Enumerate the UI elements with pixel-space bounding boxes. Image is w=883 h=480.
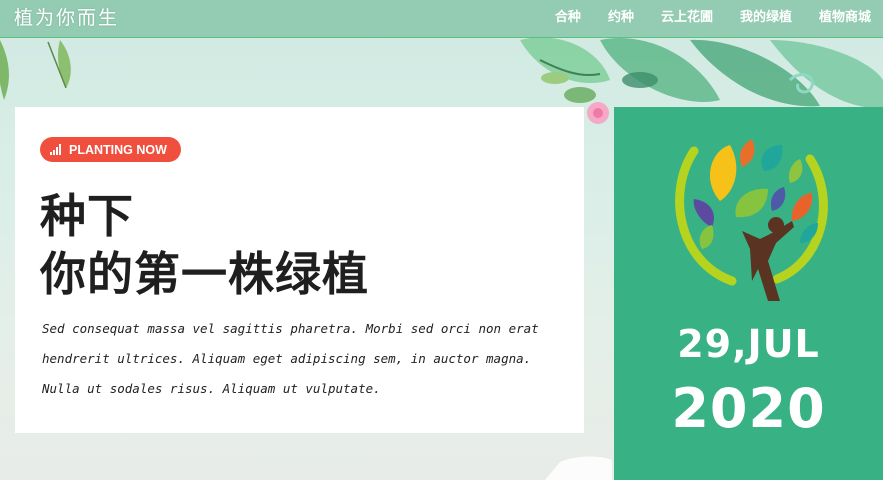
nav-item-my-plants[interactable]: 我的绿植 <box>740 6 792 25</box>
date-day-month: 29,JUL <box>677 322 820 366</box>
brand-logo-text[interactable]: 植为你而生 <box>14 3 119 30</box>
hero-card: PLANTING NOW 种下 你的第一株绿植 Sed consequat ma… <box>15 107 584 433</box>
nav-item-plant-store[interactable]: 植物商城 <box>819 6 871 25</box>
hero-headline: 种下 你的第一株绿植 <box>40 187 369 303</box>
nav-item-scheduled-planting[interactable]: 约种 <box>608 6 634 25</box>
nav-item-cloud-garden[interactable]: 云上花圃 <box>661 6 713 25</box>
nav-item-group-planting[interactable]: 合种 <box>555 6 581 25</box>
date-panel: 29,JUL 2020 <box>614 107 883 480</box>
top-navigation-bar: 植为你而生 合种 约种 云上花圃 我的绿植 植物商城 <box>0 0 883 38</box>
headline-line-2: 你的第一株绿植 <box>40 247 369 301</box>
tree-person-logo-icon <box>675 139 828 301</box>
hero-description: Sed consequat massa vel sagittis pharetr… <box>42 321 539 396</box>
main-nav: 合种 约种 云上花圃 我的绿植 植物商城 <box>528 0 871 30</box>
date-year: 2020 <box>671 377 826 440</box>
signal-bars-icon <box>50 144 62 155</box>
planting-now-badge[interactable]: PLANTING NOW <box>40 137 181 162</box>
badge-label: PLANTING NOW <box>69 142 167 157</box>
headline-line-1: 种下 <box>40 189 134 243</box>
